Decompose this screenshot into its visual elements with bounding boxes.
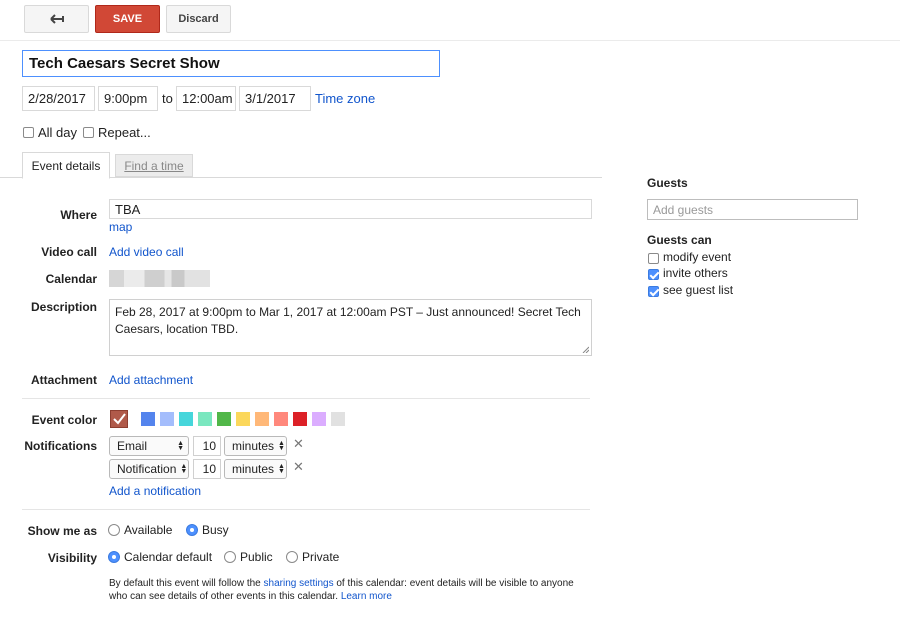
show-me-as-label: Show me as xyxy=(27,524,97,538)
add-video-call-link[interactable]: Add video call xyxy=(109,245,184,259)
radio-private[interactable] xyxy=(286,551,298,563)
video-call-label: Video call xyxy=(41,245,97,259)
attachment-label: Attachment xyxy=(30,373,97,387)
modify-event-checkbox[interactable] xyxy=(648,253,659,264)
learn-more-link[interactable]: Learn more xyxy=(341,591,392,602)
color-swatch-2[interactable] xyxy=(160,412,174,426)
modify-event-label: modify event xyxy=(663,250,732,264)
guests-can-heading: Guests can xyxy=(647,233,712,247)
guests-heading: Guests xyxy=(647,176,688,190)
map-link[interactable]: map xyxy=(109,220,132,234)
notification-amount-1[interactable]: 10 xyxy=(193,436,221,456)
notifications-label: Notifications xyxy=(24,439,97,453)
notification-unit-select-1[interactable]: minutes ▲ ▼ xyxy=(224,436,287,456)
radio-public-label: Public xyxy=(240,550,273,564)
radio-busy[interactable] xyxy=(186,524,198,536)
sharing-settings-link[interactable]: sharing settings xyxy=(264,578,334,589)
notification-amount-2[interactable]: 10 xyxy=(193,459,221,479)
discard-button[interactable]: Discard xyxy=(166,5,231,33)
divider-1 xyxy=(22,398,590,399)
save-button[interactable]: SAVE xyxy=(95,5,160,33)
add-guests-input[interactable]: Add guests xyxy=(647,199,858,220)
color-swatch-5[interactable] xyxy=(217,412,231,426)
divider-2 xyxy=(22,509,590,510)
start-date-field[interactable]: 2/28/2017 xyxy=(22,86,95,111)
color-swatch-6[interactable] xyxy=(236,412,250,426)
color-swatch-11[interactable] xyxy=(331,412,345,426)
see-guest-list-label: see guest list xyxy=(663,283,734,297)
back-arrow-icon xyxy=(49,14,64,24)
all-day-checkbox[interactable] xyxy=(23,127,34,138)
radio-calendar-default-label: Calendar default xyxy=(124,550,213,564)
resize-handle-icon[interactable] xyxy=(582,346,589,353)
select-arrows-icon: ▲ ▼ xyxy=(278,463,285,475)
notification-method-select-1[interactable]: Email ▲ ▼ xyxy=(109,436,189,456)
event-title-input[interactable]: Tech Caesars Secret Show xyxy=(22,50,440,77)
invite-others-label: invite others xyxy=(663,266,728,280)
time-zone-link[interactable]: Time zone xyxy=(315,91,375,106)
notification-unit-select-2[interactable]: minutes ▲ ▼ xyxy=(224,459,287,479)
end-date-field[interactable]: 3/1/2017 xyxy=(239,86,311,111)
to-label: to xyxy=(162,91,173,106)
visibility-label: Visibility xyxy=(47,551,97,565)
selected-color-swatch[interactable] xyxy=(110,410,128,428)
notification-method-2: Notification xyxy=(117,462,177,476)
radio-available-label: Available xyxy=(124,523,173,537)
repeat-label: Repeat... xyxy=(98,125,151,140)
notification-method-1: Email xyxy=(117,439,148,453)
description-text: Feb 28, 2017 at 9:00pm to Mar 1, 2017 at… xyxy=(115,305,581,336)
notification-method-select-2[interactable]: Notification ▲ ▼ xyxy=(109,459,189,479)
remove-notification-2-icon[interactable]: ✕ xyxy=(293,459,304,475)
color-swatch-8[interactable] xyxy=(274,412,288,426)
tab-event-details[interactable]: Event details xyxy=(22,152,110,179)
toolbar-divider xyxy=(0,40,900,41)
color-swatch-7[interactable] xyxy=(255,412,269,426)
where-label: Where xyxy=(60,208,97,222)
end-time-field[interactable]: 12:00am xyxy=(176,86,236,111)
color-swatch-3[interactable] xyxy=(179,412,193,426)
radio-calendar-default[interactable] xyxy=(108,551,120,563)
footnote-text-pre: By default this event will follow the xyxy=(109,578,264,589)
notification-unit-2: minutes xyxy=(232,462,275,476)
remove-notification-1-icon[interactable]: ✕ xyxy=(293,436,304,452)
add-notification-link[interactable]: Add a notification xyxy=(109,484,201,498)
select-arrows-icon: ▲ ▼ xyxy=(180,463,188,475)
repeat-checkbox[interactable] xyxy=(83,127,94,138)
color-swatch-10[interactable] xyxy=(312,412,326,426)
radio-available[interactable] xyxy=(108,524,120,536)
description-textarea[interactable]: Feb 28, 2017 at 9:00pm to Mar 1, 2017 at… xyxy=(109,299,592,356)
invite-others-checkbox[interactable] xyxy=(648,269,659,280)
all-day-label: All day xyxy=(38,125,78,140)
select-arrows-icon: ▲ ▼ xyxy=(278,440,285,452)
color-swatch-9[interactable] xyxy=(293,412,307,426)
where-input[interactable]: TBA xyxy=(109,199,592,219)
notification-unit-1: minutes xyxy=(232,439,275,453)
start-time-field[interactable]: 9:00pm xyxy=(98,86,158,111)
calendar-value-redacted[interactable] xyxy=(109,270,210,287)
select-arrows-icon: ▲ ▼ xyxy=(177,440,184,452)
event-color-label: Event color xyxy=(31,413,97,427)
radio-public[interactable] xyxy=(224,551,236,563)
calendar-label: Calendar xyxy=(45,272,97,286)
visibility-footnote: By default this event will follow the sh… xyxy=(109,577,579,603)
color-swatch-4[interactable] xyxy=(198,412,212,426)
check-icon xyxy=(113,413,126,425)
see-guest-list-checkbox[interactable] xyxy=(648,286,659,297)
add-attachment-link[interactable]: Add attachment xyxy=(109,373,193,387)
tab-find-a-time[interactable]: Find a time xyxy=(115,154,193,177)
description-label: Description xyxy=(30,300,97,314)
color-swatch-1[interactable] xyxy=(141,412,155,426)
radio-busy-label: Busy xyxy=(202,523,229,537)
back-button[interactable] xyxy=(24,5,89,33)
radio-private-label: Private xyxy=(302,550,340,564)
